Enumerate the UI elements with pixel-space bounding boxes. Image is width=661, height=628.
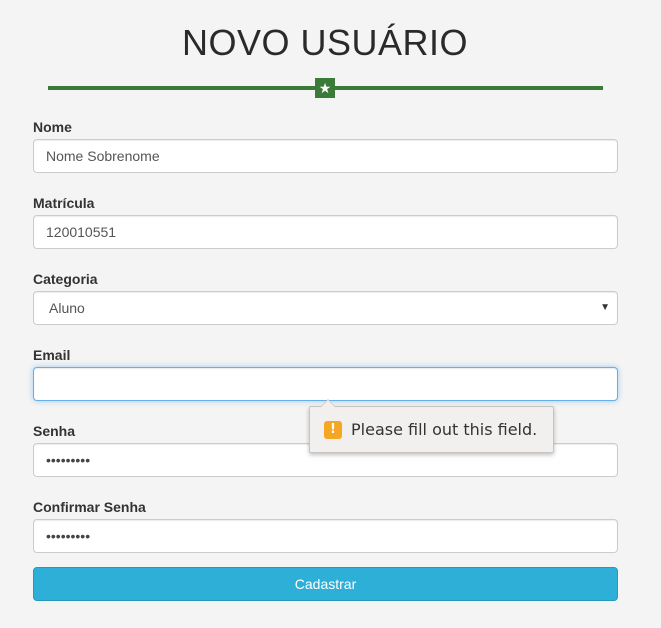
nome-field-group: Nome Nome Sobrenome — [33, 119, 618, 173]
validation-tooltip: ! Please fill out this field. — [309, 399, 554, 453]
nome-value: Nome Sobrenome — [46, 148, 160, 164]
confirmar-senha-masked-value: ••••••••• — [46, 528, 91, 544]
confirmar-senha-input[interactable]: ••••••••• — [33, 519, 618, 553]
senha-masked-value: ••••••••• — [46, 452, 91, 468]
categoria-label: Categoria — [33, 271, 98, 287]
matricula-input[interactable]: 120010551 — [33, 215, 618, 249]
new-user-page: NOVO USUÁRIO ★ Nome Nome Sobrenome Matrí… — [0, 0, 661, 628]
email-field-group: Email — [33, 347, 618, 401]
nome-input[interactable]: Nome Sobrenome — [33, 139, 618, 173]
email-input[interactable] — [33, 367, 618, 401]
categoria-selected-value: Aluno — [49, 300, 85, 316]
matricula-value: 120010551 — [46, 224, 117, 240]
warning-icon: ! — [324, 420, 342, 439]
dropdown-caret-icon: ▼ — [600, 302, 610, 313]
confirmar-senha-field-group: Confirmar Senha ••••••••• — [33, 499, 618, 553]
cadastrar-button[interactable]: Cadastrar — [33, 567, 618, 601]
nome-label: Nome — [33, 119, 72, 135]
categoria-select[interactable]: Aluno ▼ — [33, 291, 618, 325]
page-title: NOVO USUÁRIO — [181, 22, 469, 63]
matricula-field-group: Matrícula 120010551 — [33, 195, 618, 249]
email-label: Email — [33, 347, 71, 363]
categoria-field-group: Categoria Aluno ▼ — [33, 271, 618, 325]
star-icon: ★ — [315, 78, 335, 98]
validation-tooltip-text: Please fill out this field. — [351, 420, 538, 439]
matricula-label: Matrícula — [33, 195, 95, 211]
confirmar-senha-label: Confirmar Senha — [33, 499, 146, 515]
